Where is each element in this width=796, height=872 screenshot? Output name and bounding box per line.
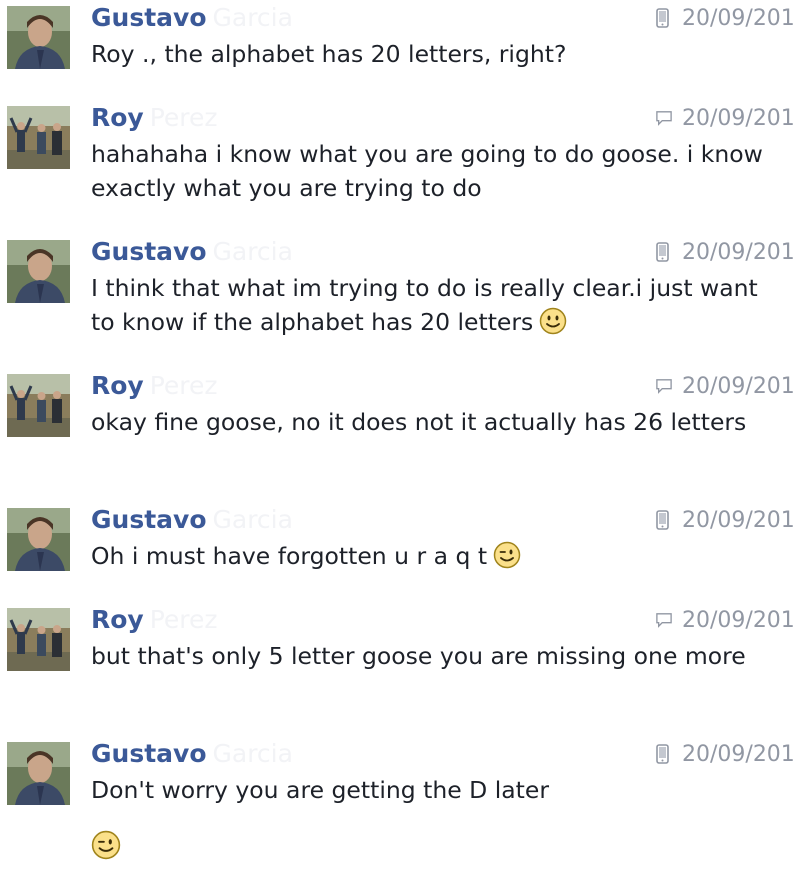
sender-name-text[interactable]: Gustavo	[91, 237, 207, 266]
sender-surname-faded: Perez	[149, 103, 218, 132]
mobile-phone-icon	[656, 241, 672, 263]
sender-name-text[interactable]: Roy	[91, 605, 144, 634]
message-meta: 20/09/201	[656, 604, 796, 636]
message-meta: 20/09/201	[656, 738, 796, 770]
sender-name[interactable]: Roy Perez	[91, 604, 218, 636]
message-text: hahahaha i know what you are going to do…	[91, 137, 771, 205]
avatar-gustavo[interactable]	[7, 742, 70, 805]
avatar-gustavo[interactable]	[7, 6, 70, 69]
sender-name[interactable]: Gustavo Garcia	[91, 738, 293, 770]
mobile-phone-icon	[656, 743, 672, 765]
sender-name[interactable]: Roy Perez	[91, 370, 218, 402]
wink-emoticon-icon	[91, 830, 121, 860]
chat-bubble-icon	[656, 609, 672, 631]
mobile-phone-icon	[656, 509, 672, 531]
message-body: Roy ., the alphabet has 20 letters, righ…	[91, 40, 567, 68]
chat-bubble-icon	[656, 107, 672, 129]
timestamp: 20/09/201	[682, 5, 795, 31]
sender-name-text[interactable]: Roy	[91, 103, 144, 132]
message-meta: 20/09/201	[656, 2, 796, 34]
timestamp: 20/09/201	[682, 741, 795, 767]
message-text: I think that what im trying to do is rea…	[91, 271, 771, 339]
timestamp: 20/09/201	[682, 105, 795, 131]
sender-name-text[interactable]: Gustavo	[91, 505, 207, 534]
message-text: Roy ., the alphabet has 20 letters, righ…	[91, 37, 771, 71]
sender-surname-faded: Perez	[149, 605, 218, 634]
avatar-roy[interactable]	[7, 106, 70, 169]
sender-surname-faded: Garcia	[212, 739, 293, 768]
sender-name[interactable]: Gustavo Garcia	[91, 236, 293, 268]
avatar-gustavo[interactable]	[7, 508, 70, 571]
message-body: but that's only 5 letter goose you are m…	[91, 642, 746, 670]
message-meta: 20/09/201	[656, 102, 796, 134]
message-meta: 20/09/201	[656, 370, 796, 402]
message-text: but that's only 5 letter goose you are m…	[91, 639, 771, 673]
sender-name-text[interactable]: Gustavo	[91, 3, 207, 32]
sender-name[interactable]: Gustavo Garcia	[91, 2, 293, 34]
avatar-gustavo[interactable]	[7, 240, 70, 303]
sender-name[interactable]: Roy Perez	[91, 102, 218, 134]
timestamp: 20/09/201	[682, 507, 795, 533]
sender-name[interactable]: Gustavo Garcia	[91, 504, 293, 536]
timestamp: 20/09/201	[682, 239, 795, 265]
smile-emoticon-icon	[539, 307, 567, 335]
sender-surname-faded: Garcia	[212, 3, 293, 32]
message-body: Oh i must have forgotten u r a q t	[91, 542, 488, 570]
message-meta: 20/09/201	[656, 236, 796, 268]
avatar-roy[interactable]	[7, 608, 70, 671]
message-text: Oh i must have forgotten u r a q t	[91, 539, 771, 573]
timestamp: 20/09/201	[682, 373, 795, 399]
message-body: Don't worry you are getting the D later	[91, 776, 549, 804]
message-body: hahahaha i know what you are going to do…	[91, 140, 763, 202]
sender-name-text[interactable]: Gustavo	[91, 739, 207, 768]
sender-surname-faded: Garcia	[212, 505, 293, 534]
wink-emoticon-icon	[493, 541, 521, 569]
message-text: Don't worry you are getting the D later	[91, 773, 771, 807]
sender-surname-faded: Garcia	[212, 237, 293, 266]
avatar-roy[interactable]	[7, 374, 70, 437]
message-body: I think that what im trying to do is rea…	[91, 274, 758, 336]
mobile-phone-icon	[656, 7, 672, 29]
sender-name-text[interactable]: Roy	[91, 371, 144, 400]
message-text: okay fine goose, no it does not it actua…	[91, 405, 771, 439]
message-meta: 20/09/201	[656, 504, 796, 536]
timestamp: 20/09/201	[682, 607, 795, 633]
chat-bubble-icon	[656, 375, 672, 397]
sender-surname-faded: Perez	[149, 371, 218, 400]
message-body: okay fine goose, no it does not it actua…	[91, 408, 747, 436]
